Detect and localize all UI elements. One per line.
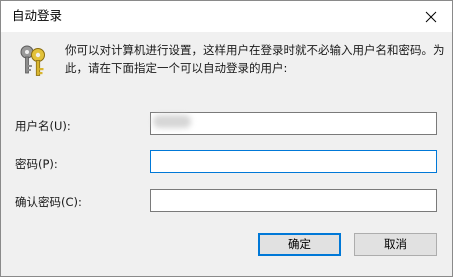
ok-button[interactable]: 确定: [258, 233, 341, 256]
close-button[interactable]: [410, 1, 452, 32]
window-title: 自动登录: [12, 8, 63, 23]
dialog-content: 你可以对计算机进行设置，这样用户在登录时就不必输入用户名和密码。为此，请在下面指…: [1, 32, 452, 245]
password-input[interactable]: [150, 150, 437, 173]
confirm-password-input[interactable]: [150, 189, 437, 212]
dialog-footer: 确定 取消: [1, 233, 452, 276]
username-field-wrap: [150, 112, 437, 135]
instruction-text: 你可以对计算机进行设置，这样用户在登录时就不必输入用户名和密码。为此，请在下面指…: [65, 43, 445, 75]
close-icon: [425, 11, 437, 22]
auto-login-dialog: 自动登录 你可以对计算机进行设置，这样用户在登录时就不必输入用户名和密码。为此，…: [0, 0, 453, 277]
username-input[interactable]: [150, 112, 437, 135]
keys-icon: [20, 45, 45, 76]
title-bar: 自动登录: [1, 1, 452, 32]
username-label: 用户名(U):: [15, 119, 71, 133]
password-label: 密码(P):: [15, 157, 58, 171]
confirm-password-label: 确认密码(C):: [15, 195, 82, 209]
cancel-button[interactable]: 取消: [354, 233, 437, 256]
redacted-username: [153, 115, 191, 128]
